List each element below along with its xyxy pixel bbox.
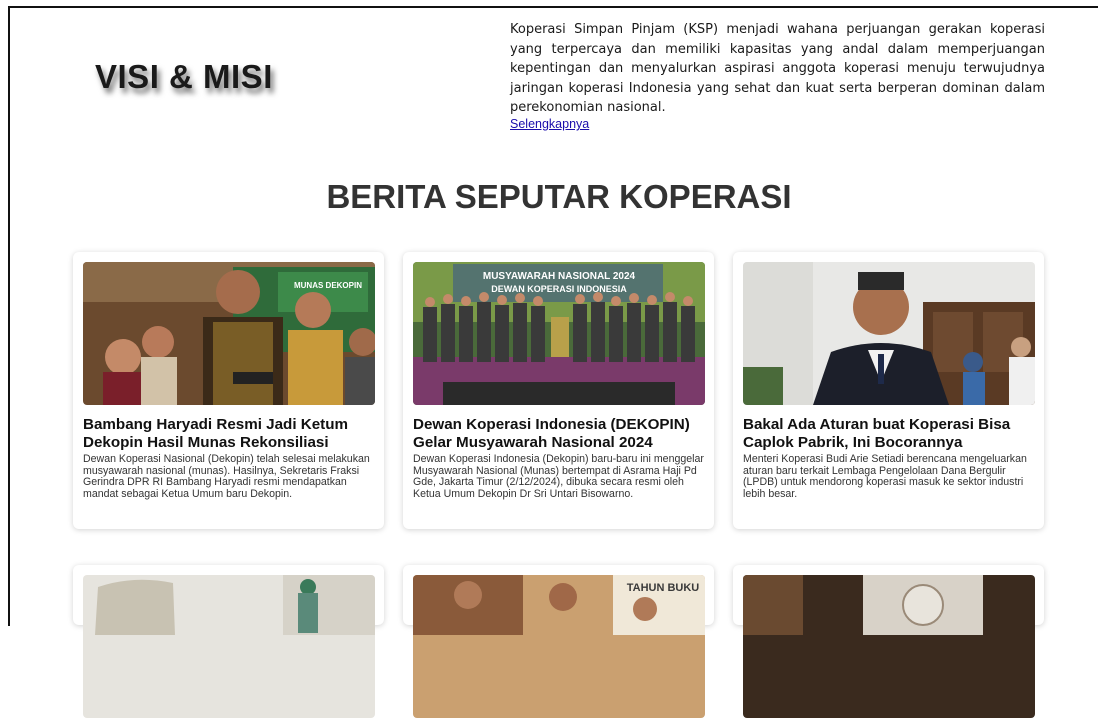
image-banner-text: TAHUN BUKU: [627, 582, 700, 594]
news-card[interactable]: MUSYAWARAH NASIONAL 2024 DEWAN KOPERASI …: [403, 252, 714, 529]
news-section-title: BERITA SEPUTAR KOPERASI: [326, 178, 792, 215]
visi-misi-title: VISI & MISI: [95, 58, 273, 95]
read-more-link[interactable]: Selengkapnya: [510, 117, 589, 131]
news-desc: Menteri Koperasi Budi Arie Setiadi beren…: [743, 453, 1027, 500]
image-banner-text: MUNAS DEKOPIN: [294, 281, 362, 290]
news-title[interactable]: Bakal Ada Aturan buat Koperasi Bisa Capl…: [743, 416, 1034, 452]
news-card[interactable]: [733, 565, 1044, 718]
image-banner-text: MUSYAWARAH NASIONAL 2024: [483, 271, 636, 282]
news-image[interactable]: [743, 262, 1035, 405]
news-desc: Dewan Koperasi Indonesia (Dekopin) baru-…: [413, 453, 704, 500]
news-card[interactable]: TAHUN BUKU: [403, 565, 714, 718]
news-card[interactable]: Bakal Ada Aturan buat Koperasi Bisa Capl…: [733, 252, 1044, 529]
news-title[interactable]: Dewan Koperasi Indonesia (DEKOPIN) Gelar…: [413, 416, 704, 452]
news-title[interactable]: Bambang Haryadi Resmi Jadi Ketum Dekopin…: [83, 416, 374, 452]
news-image[interactable]: [743, 575, 1035, 718]
news-image[interactable]: MUNAS DEKOPIN: [83, 262, 375, 405]
news-image[interactable]: MUSYAWARAH NASIONAL 2024 DEWAN KOPERASI …: [413, 262, 705, 405]
news-card[interactable]: MUNAS DEKOPIN Bambang Haryadi Resmi Jadi…: [73, 252, 384, 529]
news-image[interactable]: [83, 575, 375, 718]
visi-misi-text: Koperasi Simpan Pinjam (KSP) menjadi wah…: [510, 22, 1045, 115]
image-banner-text-2: DEWAN KOPERASI INDONESIA: [491, 284, 627, 294]
news-image[interactable]: TAHUN BUKU: [413, 575, 705, 718]
news-desc: Dewan Koperasi Nasional (Dekopin) telah …: [83, 453, 370, 500]
news-card[interactable]: [73, 565, 384, 718]
